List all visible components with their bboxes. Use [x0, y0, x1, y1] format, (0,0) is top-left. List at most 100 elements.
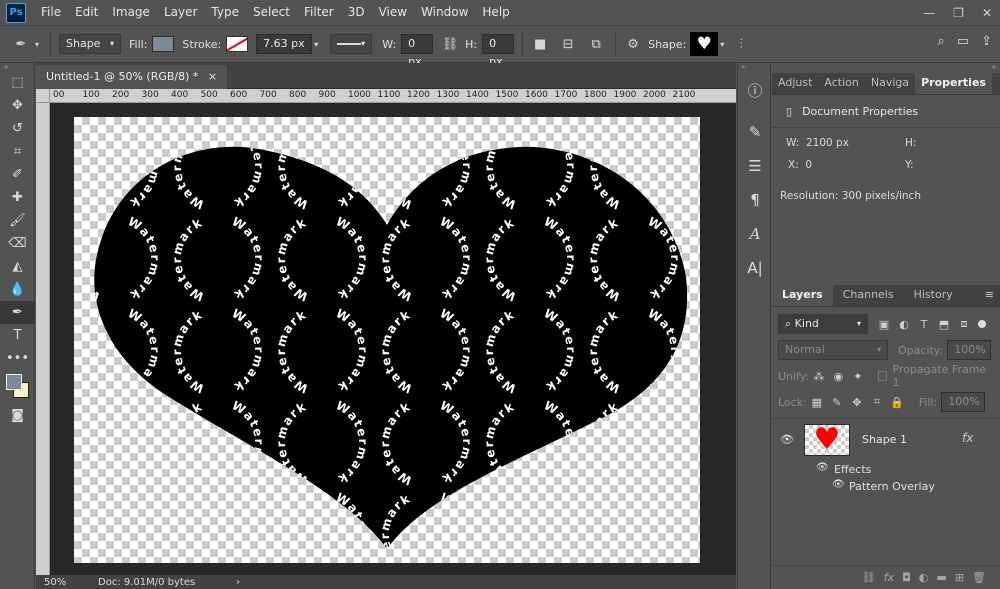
- menu-layer[interactable]: Layer: [157, 0, 204, 25]
- stroke-none-swatch[interactable]: [226, 36, 249, 52]
- pen-tool-icon[interactable]: ✒: [0, 301, 35, 324]
- collapse-icon[interactable]: »: [738, 63, 770, 73]
- minimize-icon[interactable]: —: [923, 6, 935, 20]
- align-edges-icon[interactable]: ⫶: [730, 33, 752, 55]
- marquee-tool-icon[interactable]: ⬚: [0, 71, 35, 94]
- smart-object-filter-icon[interactable]: ⧈: [954, 314, 974, 334]
- path-arrangement-icon[interactable]: ⧉: [585, 33, 607, 55]
- blend-mode-dropdown[interactable]: Normal ▾: [778, 340, 888, 360]
- add-mask-icon[interactable]: ◘: [902, 571, 911, 584]
- layer-name[interactable]: Shape 1: [862, 433, 907, 446]
- paint-bucket-icon[interactable]: ◭: [0, 255, 35, 278]
- lock-all-icon[interactable]: 🔒: [887, 392, 907, 412]
- unify-visibility-icon[interactable]: ◉: [829, 366, 848, 386]
- crop-tool-icon[interactable]: ⌗: [0, 140, 35, 163]
- tool-mode-dropdown[interactable]: Shape ▾: [59, 34, 121, 54]
- zoom-level[interactable]: 50%: [36, 577, 80, 588]
- menu-help[interactable]: Help: [475, 0, 516, 25]
- new-group-icon[interactable]: ▬: [936, 571, 946, 584]
- type-filter-icon[interactable]: T: [914, 314, 934, 334]
- eye-icon[interactable]: 👁: [816, 462, 829, 473]
- menu-filter[interactable]: Filter: [297, 0, 341, 25]
- link-icon[interactable]: ⛓: [439, 33, 461, 55]
- effect-item[interactable]: 👁 Pattern Overlay: [772, 478, 1000, 495]
- chevron-down-icon[interactable]: ▾: [314, 40, 318, 49]
- adjust-sliders-icon[interactable]: ☰: [738, 149, 772, 183]
- shape-picker[interactable]: ♥: [690, 32, 719, 56]
- menu-image[interactable]: Image: [105, 0, 157, 25]
- path-alignment-icon[interactable]: ⊟: [557, 33, 579, 55]
- fill-color-swatch[interactable]: [152, 36, 175, 52]
- paragraph-icon[interactable]: ¶: [738, 183, 772, 217]
- blur-tool-icon[interactable]: 💧: [0, 278, 35, 301]
- eyedropper-tool-icon[interactable]: ✐: [0, 163, 35, 186]
- new-adjustment-icon[interactable]: ◐: [919, 571, 929, 584]
- collapse-icon[interactable]: »: [0, 63, 34, 71]
- filter-toggle[interactable]: [978, 320, 986, 328]
- search-icon[interactable]: ⌕: [938, 34, 945, 49]
- width-field[interactable]: 0 px: [401, 34, 434, 68]
- menu-window[interactable]: Window: [414, 0, 475, 25]
- pixel-filter-icon[interactable]: ▣: [874, 314, 894, 334]
- menu-file[interactable]: File: [34, 0, 68, 25]
- stroke-type-dropdown[interactable]: ▾: [330, 34, 373, 54]
- tab-action[interactable]: Action: [818, 72, 864, 94]
- tab-properties[interactable]: Properties: [915, 72, 992, 94]
- more-tools-icon[interactable]: •••: [0, 347, 35, 370]
- close-icon[interactable]: ×: [208, 70, 217, 83]
- menu-view[interactable]: View: [372, 0, 414, 25]
- eye-icon[interactable]: 👁: [780, 433, 794, 446]
- kind-filter-dropdown[interactable]: ⌕ Kind ▾: [778, 314, 868, 334]
- glyphs-icon[interactable]: A|: [738, 251, 772, 285]
- link-layers-icon[interactable]: ⛓: [862, 571, 876, 584]
- fx-icon[interactable]: fx: [962, 431, 973, 445]
- layer-item[interactable]: 👁 ♥ Shape 1 fx: [772, 419, 1000, 461]
- unify-style-icon[interactable]: ✦: [848, 366, 867, 386]
- color-swatches[interactable]: [0, 370, 34, 404]
- eye-icon[interactable]: 👁: [832, 479, 845, 490]
- add-style-icon[interactable]: fx: [884, 571, 894, 584]
- panel-menu-icon[interactable]: ≡: [985, 288, 994, 301]
- foreground-color-swatch[interactable]: [6, 374, 22, 390]
- menu-edit[interactable]: Edit: [68, 0, 105, 25]
- lock-artboard-icon[interactable]: ⌗: [867, 392, 887, 412]
- quick-mask-icon[interactable]: ◙: [0, 404, 35, 427]
- canvas[interactable]: Watermark Watermark Watermark Watermark Wate…: [74, 117, 700, 563]
- document-tab[interactable]: Untitled-1 @ 50% (RGB/8) * ×: [36, 65, 228, 89]
- close-icon[interactable]: ✕: [982, 6, 992, 20]
- character-icon[interactable]: A: [738, 217, 772, 251]
- menu-select[interactable]: Select: [246, 0, 297, 25]
- healing-brush-icon[interactable]: ✚: [0, 186, 35, 209]
- type-tool-icon[interactable]: T: [0, 324, 35, 347]
- tab-naviga[interactable]: Naviga: [865, 72, 915, 94]
- chevron-down-icon[interactable]: ▾: [720, 40, 724, 49]
- tab-layers[interactable]: Layers: [772, 284, 833, 306]
- brush-tool-icon[interactable]: 🖌: [0, 209, 35, 232]
- fill-field[interactable]: 100%: [941, 392, 986, 412]
- eraser-tool-icon[interactable]: ⌫: [0, 232, 35, 255]
- tab-adjust[interactable]: Adjust: [772, 72, 818, 94]
- unify-position-icon[interactable]: ⁂: [809, 366, 828, 386]
- tab-channels[interactable]: Channels: [833, 284, 904, 306]
- trash-icon[interactable]: 🗑: [972, 571, 986, 584]
- workspace-icon[interactable]: ▭: [957, 34, 969, 49]
- move-tool-icon[interactable]: ✥: [0, 94, 35, 117]
- prop-x-value[interactable]: 0: [805, 159, 812, 171]
- stroke-width-field[interactable]: 7.63 px: [256, 34, 313, 54]
- brush-panel-icon[interactable]: ✎: [738, 115, 772, 149]
- menu-type[interactable]: Type: [204, 0, 246, 25]
- opacity-field[interactable]: 100%: [947, 340, 992, 360]
- adjustment-filter-icon[interactable]: ◐: [894, 314, 914, 334]
- new-layer-icon[interactable]: ⊞: [955, 571, 964, 584]
- restore-icon[interactable]: ❐: [953, 6, 964, 20]
- shape-filter-icon[interactable]: ⬒: [934, 314, 954, 334]
- lock-pixels-icon[interactable]: ✎: [827, 392, 847, 412]
- gear-icon[interactable]: ⚙: [622, 33, 644, 55]
- chevron-down-icon[interactable]: ▾: [32, 33, 42, 55]
- tab-history[interactable]: History: [904, 284, 963, 306]
- lasso-tool-icon[interactable]: ↺: [0, 117, 35, 140]
- effects-row[interactable]: 👁 Effects: [772, 461, 1000, 478]
- prop-width-value[interactable]: 2100 px: [806, 137, 849, 149]
- path-operations-icon[interactable]: ■: [529, 33, 551, 55]
- chevron-right-icon[interactable]: ›: [236, 577, 240, 588]
